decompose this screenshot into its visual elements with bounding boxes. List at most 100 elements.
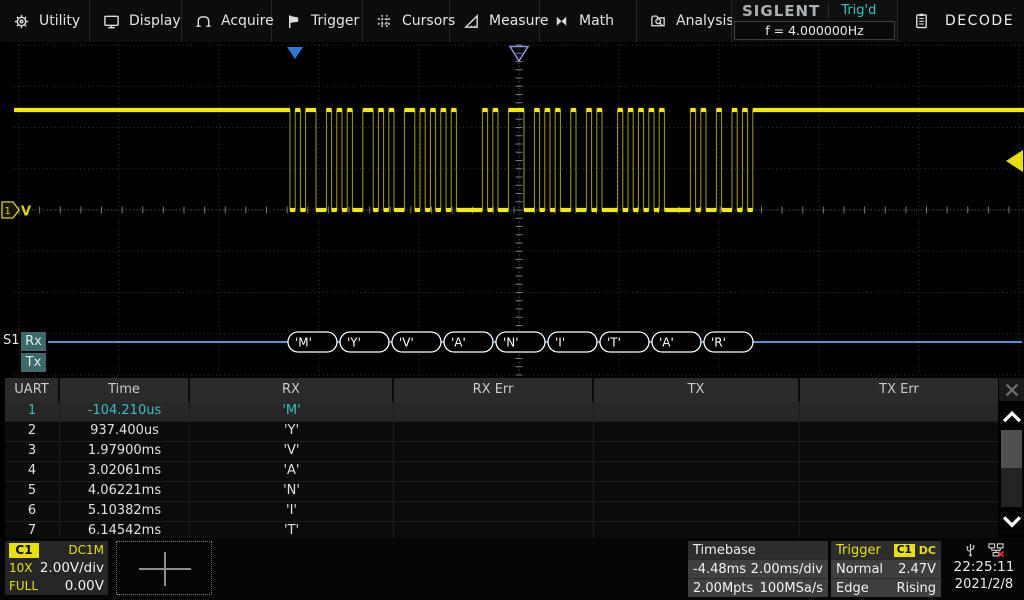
menu-analysis[interactable]: Analysis [637, 0, 732, 42]
channel1-offset: 0.00V [65, 578, 104, 594]
trigger-slope: Rising [896, 581, 936, 596]
close-x-icon [1003, 381, 1021, 399]
flag-icon [285, 13, 302, 30]
table-row[interactable]: 54.06221ms'N' [5, 482, 998, 502]
timebase-delay: -4.48ms [693, 562, 746, 577]
status-bar: C1 DC1M 10X 2.00V/div FULL 0.00V Timebas… [0, 538, 1024, 600]
decode-bubble-text: 'M' [295, 336, 312, 350]
scrollbar-thumb[interactable] [1001, 430, 1022, 468]
menu-bar: Utility Display Acquire Trigger Cursors … [0, 0, 1024, 43]
decode-bubble-text: 'I' [555, 336, 565, 350]
trigger-level: 2.47V [898, 562, 936, 577]
trigger-descriptor[interactable]: Trigger C1 DC Normal 2.47V Edge Rising [831, 541, 941, 595]
table-row[interactable]: 65.10382ms'I' [5, 502, 998, 522]
table-cell: 937.400us [60, 422, 190, 441]
channel1-marker-unit: V [21, 205, 31, 220]
column-header-tx-err: TX Err [800, 378, 998, 402]
decode-bubble-text: 'N' [503, 336, 519, 350]
gear-icon [13, 13, 30, 30]
table-cell [800, 422, 998, 441]
decode-bubble-text: 'Y' [347, 336, 361, 350]
serial-bus-label: S1 [3, 333, 20, 348]
clock-time: 22:25:11 [944, 558, 1024, 576]
folder-search-icon [650, 13, 667, 30]
menu-math[interactable]: Math [540, 0, 637, 42]
table-cell [594, 502, 800, 521]
add-channel-slot[interactable] [116, 541, 212, 595]
table-cell: 5 [5, 482, 60, 501]
column-header-time: Time [60, 378, 190, 402]
column-header-rx-err: RX Err [394, 378, 594, 402]
decode-table-body: 1-104.210us'M'2937.400us'Y'31.97900ms'V'… [5, 402, 998, 542]
usb-plug-icon [963, 542, 978, 558]
table-cell: 1 [5, 402, 60, 421]
table-cell: 'I' [190, 502, 394, 521]
scroll-up-button[interactable] [999, 403, 1024, 429]
table-close-button[interactable] [999, 378, 1024, 401]
monitor-icon [103, 13, 120, 30]
table-row[interactable]: 1-104.210us'M' [5, 402, 998, 422]
chevron-down-icon [1001, 514, 1023, 529]
table-cell [800, 502, 998, 521]
tx-channel-badge[interactable]: Tx [21, 353, 46, 372]
table-cell [394, 462, 594, 481]
channel1-scale: 2.00V/div [40, 560, 104, 576]
frequency-counter: f = 4.000000Hz [734, 21, 895, 40]
decode-table-header: UART Time RX RX Err TX TX Err [5, 378, 998, 402]
waveform-area[interactable]: 'M''Y''V''A''N''I''T''A''R'1V S1 Rx Tx [0, 42, 1024, 378]
table-row[interactable]: 2937.400us'Y' [5, 422, 998, 442]
decode-title-label: DECODE [945, 13, 1014, 29]
menu-trigger[interactable]: Trigger [272, 0, 363, 42]
menu-measure[interactable]: Measure [450, 0, 540, 42]
table-cell: 'Y' [190, 422, 394, 441]
table-cell: 'V' [190, 442, 394, 461]
menu-label: Trigger [311, 13, 359, 29]
table-cell [594, 402, 800, 421]
timebase-descriptor[interactable]: Timebase -4.48ms 2.00ms/div 2.00Mpts 100… [688, 541, 828, 595]
decode-bubble-text: 'A' [451, 336, 466, 350]
menu-acquire[interactable]: Acquire [182, 0, 272, 42]
trigger-level-marker [1006, 150, 1023, 172]
table-cell: 3 [5, 442, 60, 461]
table-cell: 'N' [190, 482, 394, 501]
channel1-marker-number: 1 [5, 206, 11, 217]
trigger-status-badge: Trig'd [828, 3, 876, 18]
decode-bubble-text: 'R' [711, 336, 726, 350]
table-cell: 2 [5, 422, 60, 441]
channel1-descriptor[interactable]: C1 DC1M 10X 2.00V/div FULL 0.00V [5, 541, 108, 595]
menu-utility[interactable]: Utility [0, 0, 90, 42]
plus-icon [164, 552, 166, 586]
column-header-uart: UART [5, 378, 60, 402]
channel1-probe: 10X [9, 561, 33, 575]
column-header-rx: RX [190, 378, 394, 402]
menu-label: Analysis [676, 13, 734, 29]
chevron-up-icon [1001, 409, 1023, 424]
table-cell [394, 442, 594, 461]
channel1-bandwidth: FULL [9, 579, 38, 593]
scrollbar-track[interactable] [1001, 430, 1022, 507]
decode-bubble-text: 'V' [399, 336, 414, 350]
rx-channel-badge[interactable]: Rx [21, 332, 46, 351]
table-cell [800, 482, 998, 501]
trigger-type: Edge [836, 581, 869, 596]
trigger-source-badge: C1 [894, 544, 915, 557]
table-row[interactable]: 43.02061ms'A' [5, 462, 998, 482]
clipboard-icon [914, 12, 929, 30]
network-error-icon [987, 542, 1005, 558]
table-cell [394, 502, 594, 521]
menu-label: Cursors [402, 13, 455, 29]
trigger-coupling: DC [919, 544, 936, 557]
menu-display[interactable]: Display [90, 0, 182, 42]
brand-logo: SIGLENT [732, 2, 828, 20]
table-cell [594, 442, 800, 461]
timebase-points: 2.00Mpts [693, 581, 753, 596]
table-cell [594, 462, 800, 481]
table-cell [394, 422, 594, 441]
clock-date: 2021/2/8 [944, 576, 1024, 594]
table-cell [800, 402, 998, 421]
oscilloscope-screen: Utility Display Acquire Trigger Cursors … [0, 0, 1024, 600]
menu-cursors[interactable]: Cursors [363, 0, 450, 42]
scroll-down-button[interactable] [999, 507, 1024, 535]
table-cell [394, 482, 594, 501]
table-row[interactable]: 31.97900ms'V' [5, 442, 998, 462]
